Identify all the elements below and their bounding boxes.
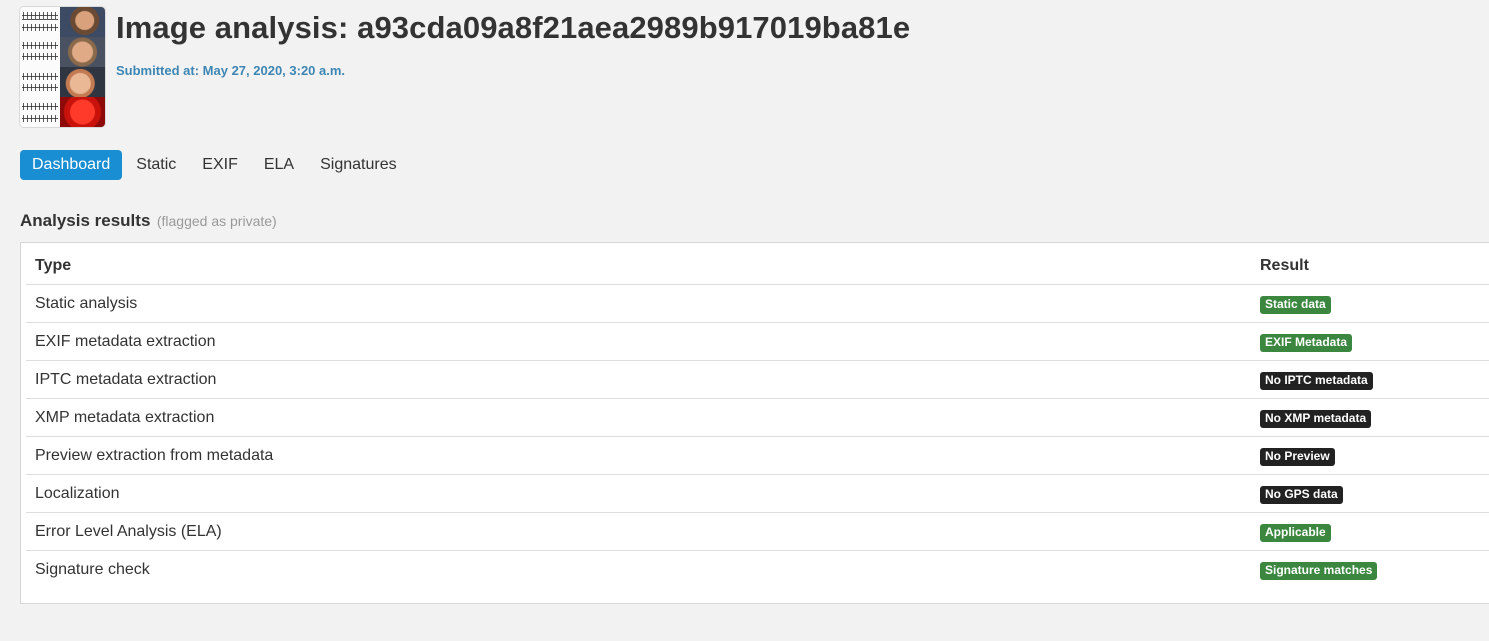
row-type: XMP metadata extraction (26, 398, 1251, 437)
column-header-result: Result (1251, 247, 1489, 285)
page: Image analysis: a93cda09a8f21aea2989b917… (0, 0, 1489, 641)
page-header: Image analysis: a93cda09a8f21aea2989b917… (20, 7, 910, 129)
private-flag-note: (flagged as private) (156, 213, 277, 229)
status-badge[interactable]: Static data (1260, 296, 1331, 314)
tab-bar: Dashboard Static EXIF ELA Signatures (20, 150, 411, 180)
tab-static[interactable]: Static (124, 150, 188, 180)
row-type: Static analysis (26, 284, 1251, 323)
image-thumbnail-icon[interactable] (20, 7, 105, 127)
table-row: XMP metadata extraction No XMP metadata (26, 398, 1489, 437)
status-badge: No Preview (1260, 448, 1335, 466)
tab-signatures[interactable]: Signatures (308, 150, 409, 180)
table-header-row: Type Result (26, 247, 1489, 285)
table-row: Preview extraction from metadata No Prev… (26, 436, 1489, 475)
status-badge: No XMP metadata (1260, 410, 1372, 428)
section-heading: Analysis results (flagged as private) (20, 211, 277, 231)
status-badge[interactable]: EXIF Metadata (1260, 334, 1353, 352)
column-header-type: Type (26, 247, 1251, 285)
row-type: Preview extraction from metadata (26, 436, 1251, 475)
tab-dashboard[interactable]: Dashboard (20, 150, 123, 180)
status-badge: No IPTC metadata (1260, 372, 1373, 390)
status-badge[interactable]: Applicable (1260, 524, 1331, 542)
section-title: Analysis results (20, 211, 151, 230)
status-badge: No GPS data (1260, 486, 1343, 504)
page-title: Image analysis: a93cda09a8f21aea2989b917… (116, 10, 911, 45)
tab-ela[interactable]: ELA (252, 150, 306, 180)
table-row: Static analysis Static data (26, 284, 1489, 323)
status-badge[interactable]: Signature matches (1260, 562, 1378, 580)
table-row: Localization No GPS data (26, 474, 1489, 513)
row-type: Signature check (26, 550, 1251, 588)
submitted-timestamp: Submitted at: May 27, 2020, 3:20 a.m. (116, 63, 346, 78)
row-type: Localization (26, 474, 1251, 513)
analysis-results-panel: Type Result Static analysis Static data … (20, 242, 1489, 604)
analysis-results-table: Type Result Static analysis Static data … (26, 247, 1489, 588)
table-row: Error Level Analysis (ELA) Applicable (26, 512, 1489, 551)
tab-exif[interactable]: EXIF (190, 150, 250, 180)
table-row: EXIF metadata extraction EXIF Metadata (26, 322, 1489, 361)
header-text: Image analysis: a93cda09a8f21aea2989b917… (116, 7, 910, 78)
row-type: Error Level Analysis (ELA) (26, 512, 1251, 551)
row-type: EXIF metadata extraction (26, 322, 1251, 361)
row-type: IPTC metadata extraction (26, 360, 1251, 399)
table-row: IPTC metadata extraction No IPTC metadat… (26, 360, 1489, 399)
table-row: Signature check Signature matches (26, 550, 1489, 588)
